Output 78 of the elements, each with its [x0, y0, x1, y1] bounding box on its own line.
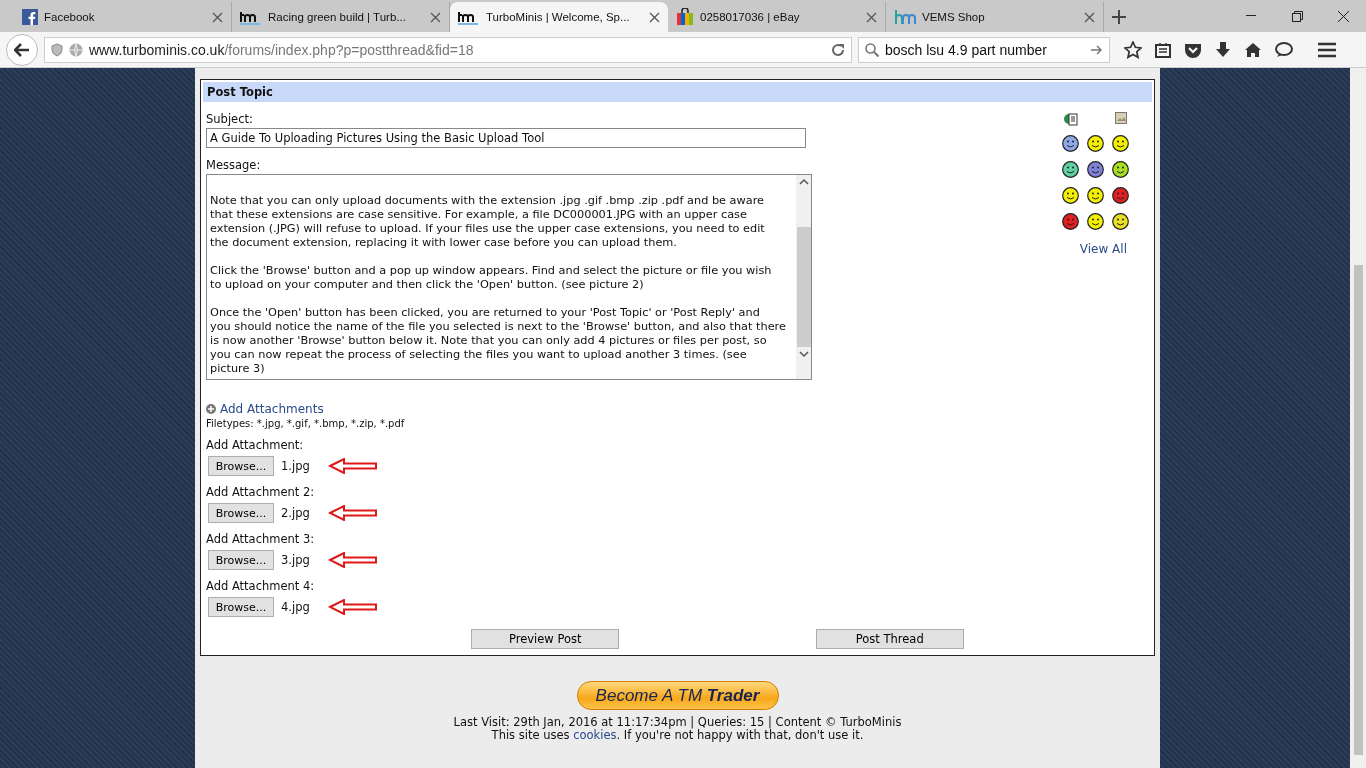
cookie-notice: This site uses cookies. If you're not happy with that, don't use it.: [491, 729, 864, 742]
close-icon[interactable]: [212, 11, 223, 23]
smiley-icon[interactable]: [1087, 187, 1104, 204]
arrow-icon: [328, 505, 378, 521]
address-bar[interactable]: www.turbominis.co.uk/forums/index.php?p=postthread&fid=18: [44, 36, 852, 63]
go-arrow-icon[interactable]: [1091, 44, 1103, 55]
footer-text: Last Visit: 29th Jan, 2016 at 11:17:34pm | Queries: 15 | Content © TurboMinis: [453, 716, 902, 729]
star-icon[interactable]: [1124, 40, 1142, 59]
shield-icon: [51, 42, 63, 57]
tm-logo-icon: [458, 9, 480, 25]
reading-list-icon[interactable]: [1155, 41, 1171, 58]
smiley-icon[interactable]: [1087, 161, 1104, 178]
scrollbar-thumb[interactable]: [796, 226, 811, 348]
close-icon[interactable]: [430, 11, 441, 23]
browse-button[interactable]: Browse...: [208, 456, 274, 476]
attachment-label: Add Attachment 4:: [206, 579, 316, 593]
browser-tab[interactable]: TurboMinis | Welcome, Sp...: [450, 2, 668, 32]
smiley-icon[interactable]: [1087, 213, 1104, 230]
download-icon[interactable]: [1215, 40, 1231, 59]
pocket-icon[interactable]: [1184, 41, 1202, 58]
arrow-icon: [328, 599, 378, 615]
search-icon: [865, 42, 879, 57]
back-arrow-icon[interactable]: [14, 42, 30, 57]
facebook-icon: [22, 9, 38, 25]
become-trader-button[interactable]: Become A TM Trader: [576, 681, 779, 710]
minimize-icon[interactable]: [1246, 15, 1256, 17]
vems-logo-icon: [894, 9, 916, 25]
browse-button[interactable]: Browse...: [208, 550, 274, 570]
search-field[interactable]: bosch lsu 4.9 part number: [858, 36, 1110, 63]
view-all-link[interactable]: View All: [1079, 242, 1127, 256]
arrow-icon: [328, 458, 378, 474]
shopping-bag-icon: [676, 8, 694, 26]
browse-button[interactable]: Browse...: [208, 503, 274, 523]
file-name: 3.jpg: [281, 553, 311, 567]
smiley-icon[interactable]: [1062, 213, 1079, 230]
subject-label: Subject:: [206, 112, 254, 126]
close-icon[interactable]: [866, 11, 877, 23]
new-tab-icon[interactable]: [1112, 10, 1126, 24]
attachment-label: Add Attachment 3:: [206, 532, 316, 546]
close-icon[interactable]: [649, 11, 660, 23]
smiley-icon[interactable]: [1112, 161, 1129, 178]
attachment-label: Add Attachment:: [206, 438, 305, 452]
smiley-icon[interactable]: [1062, 187, 1079, 204]
restore-icon[interactable]: [1291, 10, 1303, 22]
smiley-icon[interactable]: [1087, 135, 1104, 152]
smiley-icon[interactable]: [1112, 135, 1129, 152]
smiley-icon[interactable]: [1062, 135, 1079, 152]
reload-icon[interactable]: [831, 42, 845, 57]
chat-bubble-icon[interactable]: [1275, 41, 1293, 58]
file-name: 2.jpg: [281, 506, 311, 520]
panel-title: Post Topic: [203, 82, 1152, 102]
page-scrollbar-thumb[interactable]: [1353, 265, 1363, 755]
file-name: 1.jpg: [281, 459, 311, 473]
image-icon[interactable]: [1114, 112, 1127, 124]
home-icon[interactable]: [1244, 41, 1262, 58]
subject-field[interactable]: A Guide To Uploading Pictures Using the Basic Upload Tool: [206, 128, 806, 148]
smiley-icon[interactable]: [1112, 187, 1129, 204]
smiley-icon[interactable]: [1112, 213, 1129, 230]
filetypes-text: Filetypes: *.jpg, *.gif, *.bmp, *.zip, *.pdf: [206, 418, 406, 429]
add-attachments-link[interactable]: Add Attachments: [220, 402, 324, 416]
plus-circle-icon: [206, 404, 216, 414]
menu-icon[interactable]: [1318, 41, 1336, 58]
message-field[interactable]: Note that you can only upload documents with the extension .jpg .gif .bmp .zip .pdf and be aware that these extensions are case sensitive. For example, a file DC000001.JPG with an upper case extension (.JPG) will refuse to upload. If your files use the upper case extensions, you need to edit the document extension, replacing it with lower case before you can upload them. Click the 'Browse' button and a pop up window appears. Find and select the picture or file you wish to upload on your computer and then click the 'Open' button. (see picture 2) Once the 'Open' button has been clicked, you are returned to your 'Post Topic' or 'Post Reply' and you should notice the name of the file you selected is next to the 'Browse' button, and also that there is now another 'Browse' button below it. Note that you can only add 4 pictures or files per post, so you can now repeat the process of selecting the files you want to upload another 3 times. (see picture 3): [206, 174, 812, 380]
globe-icon: [69, 42, 83, 57]
message-label: Message:: [206, 158, 262, 172]
cookies-link[interactable]: cookies: [573, 728, 617, 742]
smiley-icon[interactable]: [1062, 161, 1079, 178]
file-name: 4.jpg: [281, 600, 311, 614]
form-button[interactable]: Preview Post: [471, 629, 620, 649]
form-button[interactable]: Post Thread: [815, 629, 964, 649]
browse-button[interactable]: Browse...: [208, 597, 274, 617]
attachment-label: Add Attachment 2:: [206, 485, 316, 499]
document-icon[interactable]: [1063, 112, 1078, 126]
back-button[interactable]: [6, 33, 38, 66]
close-icon[interactable]: [1337, 10, 1349, 22]
close-icon[interactable]: [1084, 11, 1095, 23]
tm-logo-icon: [240, 9, 262, 25]
arrow-icon: [328, 552, 378, 568]
